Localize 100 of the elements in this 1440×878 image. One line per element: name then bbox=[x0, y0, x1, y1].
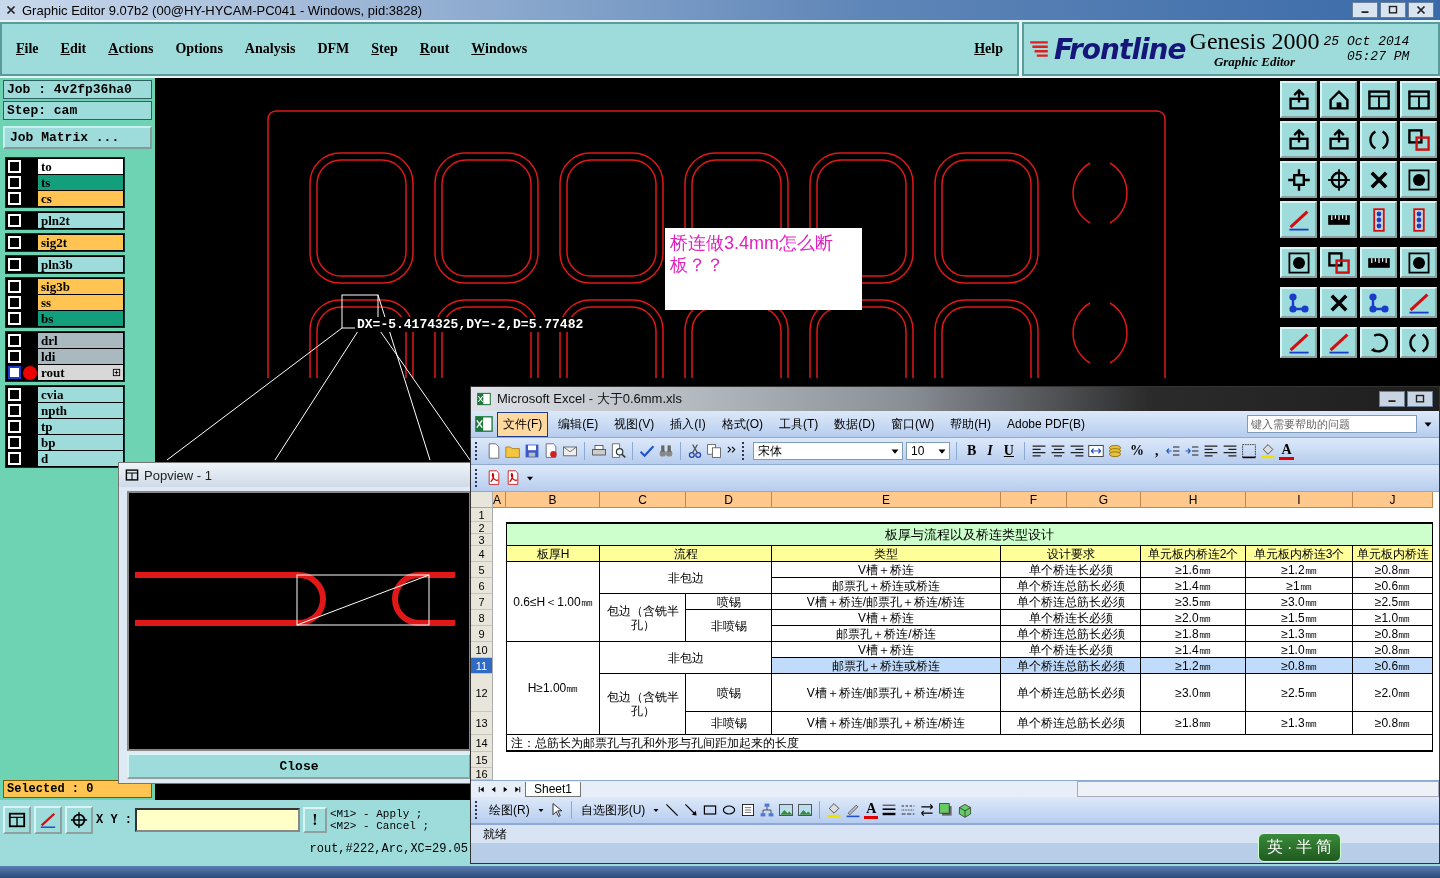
column-header[interactable]: F bbox=[1001, 492, 1067, 508]
column-header[interactable]: G bbox=[1067, 492, 1141, 508]
envelope-icon[interactable] bbox=[562, 443, 578, 459]
menu-item[interactable]: 格式(O) bbox=[715, 411, 769, 437]
window-icon[interactable] bbox=[8, 811, 26, 829]
font-size-dropdown[interactable]: 10 bbox=[906, 442, 950, 460]
layer-name[interactable]: tp bbox=[38, 419, 123, 434]
rectangle-icon[interactable] bbox=[702, 802, 719, 818]
font-color-button[interactable]: A bbox=[864, 801, 879, 819]
help-search-field[interactable]: 键入需要帮助的问题 bbox=[1247, 415, 1417, 433]
line-icon[interactable] bbox=[664, 802, 681, 818]
format-button[interactable]: U bbox=[999, 443, 1018, 459]
row-header[interactable]: 15 bbox=[471, 752, 493, 768]
layer-name[interactable]: ss bbox=[38, 295, 123, 310]
layer-name[interactable]: ldi bbox=[38, 349, 123, 364]
expand-arrows-icon[interactable] bbox=[1286, 167, 1311, 192]
sheet-tab[interactable]: Sheet1 bbox=[525, 781, 582, 797]
window-icon[interactable] bbox=[1366, 87, 1391, 112]
layer-name[interactable]: ts bbox=[38, 175, 123, 190]
border-grid-icon[interactable] bbox=[1241, 443, 1258, 459]
font-color-button[interactable]: A bbox=[1279, 442, 1294, 460]
row-header[interactable]: 7 bbox=[471, 594, 493, 610]
column-header[interactable]: I bbox=[1246, 492, 1353, 508]
menu-item[interactable]: Options bbox=[175, 41, 223, 57]
row-header[interactable]: 10 bbox=[471, 642, 493, 658]
menu-item[interactable]: 帮助(H) bbox=[944, 411, 997, 437]
align-right-icon[interactable] bbox=[1222, 443, 1239, 459]
menu-item[interactable]: 数据(D) bbox=[828, 411, 881, 437]
menu-item[interactable]: Actions bbox=[108, 41, 154, 57]
menu-item[interactable]: Step bbox=[371, 41, 398, 57]
align-center-icon[interactable] bbox=[1049, 443, 1066, 459]
double-square-icon[interactable] bbox=[1326, 250, 1351, 275]
nav-prev-icon[interactable] bbox=[489, 784, 498, 794]
column-header[interactable]: B bbox=[506, 492, 600, 508]
menu-item[interactable]: Analysis bbox=[244, 41, 296, 57]
tray-arrow-icon[interactable] bbox=[1326, 127, 1351, 152]
row-header[interactable]: 11 bbox=[471, 658, 493, 674]
column-header[interactable]: C bbox=[600, 492, 686, 508]
maximize-icon[interactable] bbox=[1407, 391, 1433, 407]
job-matrix-button[interactable]: Job Matrix ... bbox=[3, 126, 152, 149]
menu-item[interactable]: 窗口(W) bbox=[885, 411, 941, 437]
merge-cells-icon[interactable] bbox=[1087, 443, 1104, 459]
menu-item[interactable]: Edit bbox=[60, 41, 87, 57]
font-dropdown[interactable]: 宋体 bbox=[753, 442, 903, 460]
linked-nodes-icon[interactable] bbox=[1366, 290, 1391, 315]
menu-item[interactable]: Windows bbox=[471, 41, 528, 57]
row-header[interactable]: 5 bbox=[471, 562, 493, 578]
pen-icon[interactable] bbox=[845, 802, 862, 818]
column-header[interactable]: D bbox=[686, 492, 772, 508]
row-header[interactable]: 8 bbox=[471, 610, 493, 626]
menu-item[interactable]: 工具(T) bbox=[773, 411, 825, 437]
double-arrow-icon[interactable] bbox=[919, 802, 936, 818]
check-mark-icon[interactable] bbox=[639, 443, 655, 459]
lock-document-icon[interactable] bbox=[543, 443, 559, 459]
pdf-document-icon[interactable] bbox=[486, 470, 502, 486]
draw-menu[interactable]: 绘图(R) bbox=[486, 801, 533, 819]
row-header[interactable]: 1 bbox=[471, 508, 493, 522]
menu-item[interactable]: 文件(F) bbox=[497, 411, 549, 437]
layer-name[interactable]: to bbox=[38, 159, 123, 174]
pdf-document-icon[interactable] bbox=[505, 470, 521, 486]
layer-name[interactable]: bs bbox=[38, 311, 123, 326]
layer-name[interactable]: bp bbox=[38, 435, 123, 450]
number-format-button[interactable]: , bbox=[1150, 443, 1163, 459]
row-header[interactable]: 6 bbox=[471, 578, 493, 594]
maximize-icon[interactable] bbox=[1380, 2, 1406, 18]
arrow-lines-left-icon[interactable] bbox=[1165, 443, 1182, 459]
house-icon[interactable] bbox=[1326, 87, 1351, 112]
column-header[interactable]: J bbox=[1353, 492, 1433, 508]
row-header[interactable]: 4 bbox=[471, 546, 493, 562]
layer-name[interactable]: drl bbox=[38, 333, 123, 348]
row-header[interactable]: 3 bbox=[471, 534, 493, 546]
scissors-icon[interactable] bbox=[687, 443, 703, 459]
number-format-button[interactable]: % bbox=[1125, 443, 1148, 459]
nav-last-icon[interactable] bbox=[513, 784, 522, 794]
menu-item[interactable]: 视图(V) bbox=[608, 411, 661, 437]
paint-bucket-icon[interactable] bbox=[826, 802, 843, 818]
autoshapes-menu[interactable]: 自选图形(U) bbox=[577, 801, 649, 819]
row-header[interactable]: 16 bbox=[471, 768, 493, 780]
copy-icon[interactable] bbox=[706, 443, 722, 459]
layer-name[interactable]: cvia bbox=[38, 387, 123, 402]
picture-icon[interactable] bbox=[778, 802, 795, 818]
document-icon[interactable] bbox=[486, 443, 502, 459]
layer-name[interactable]: pln2t bbox=[38, 213, 123, 228]
cube-icon[interactable] bbox=[957, 802, 974, 818]
tray-arrow-icon[interactable] bbox=[1286, 127, 1311, 152]
window-icon[interactable] bbox=[1406, 87, 1431, 112]
printer-icon[interactable] bbox=[591, 443, 607, 459]
align-left-icon[interactable] bbox=[1030, 443, 1047, 459]
menu-item[interactable]: File bbox=[16, 41, 39, 57]
row-header[interactable]: 9 bbox=[471, 626, 493, 642]
pencil-line-icon[interactable] bbox=[39, 811, 57, 829]
linked-nodes-icon[interactable] bbox=[1286, 290, 1311, 315]
tray-arrow-icon[interactable] bbox=[1286, 87, 1311, 112]
nav-first-icon[interactable] bbox=[477, 784, 486, 794]
target-icon[interactable] bbox=[70, 811, 88, 829]
layer-name[interactable]: rout bbox=[38, 365, 123, 380]
column-header[interactable]: E bbox=[772, 492, 1001, 508]
line-weight-icon[interactable] bbox=[881, 802, 898, 818]
layer-name[interactable]: sig3b bbox=[38, 279, 123, 294]
horizontal-scrollbar[interactable] bbox=[1077, 781, 1439, 797]
